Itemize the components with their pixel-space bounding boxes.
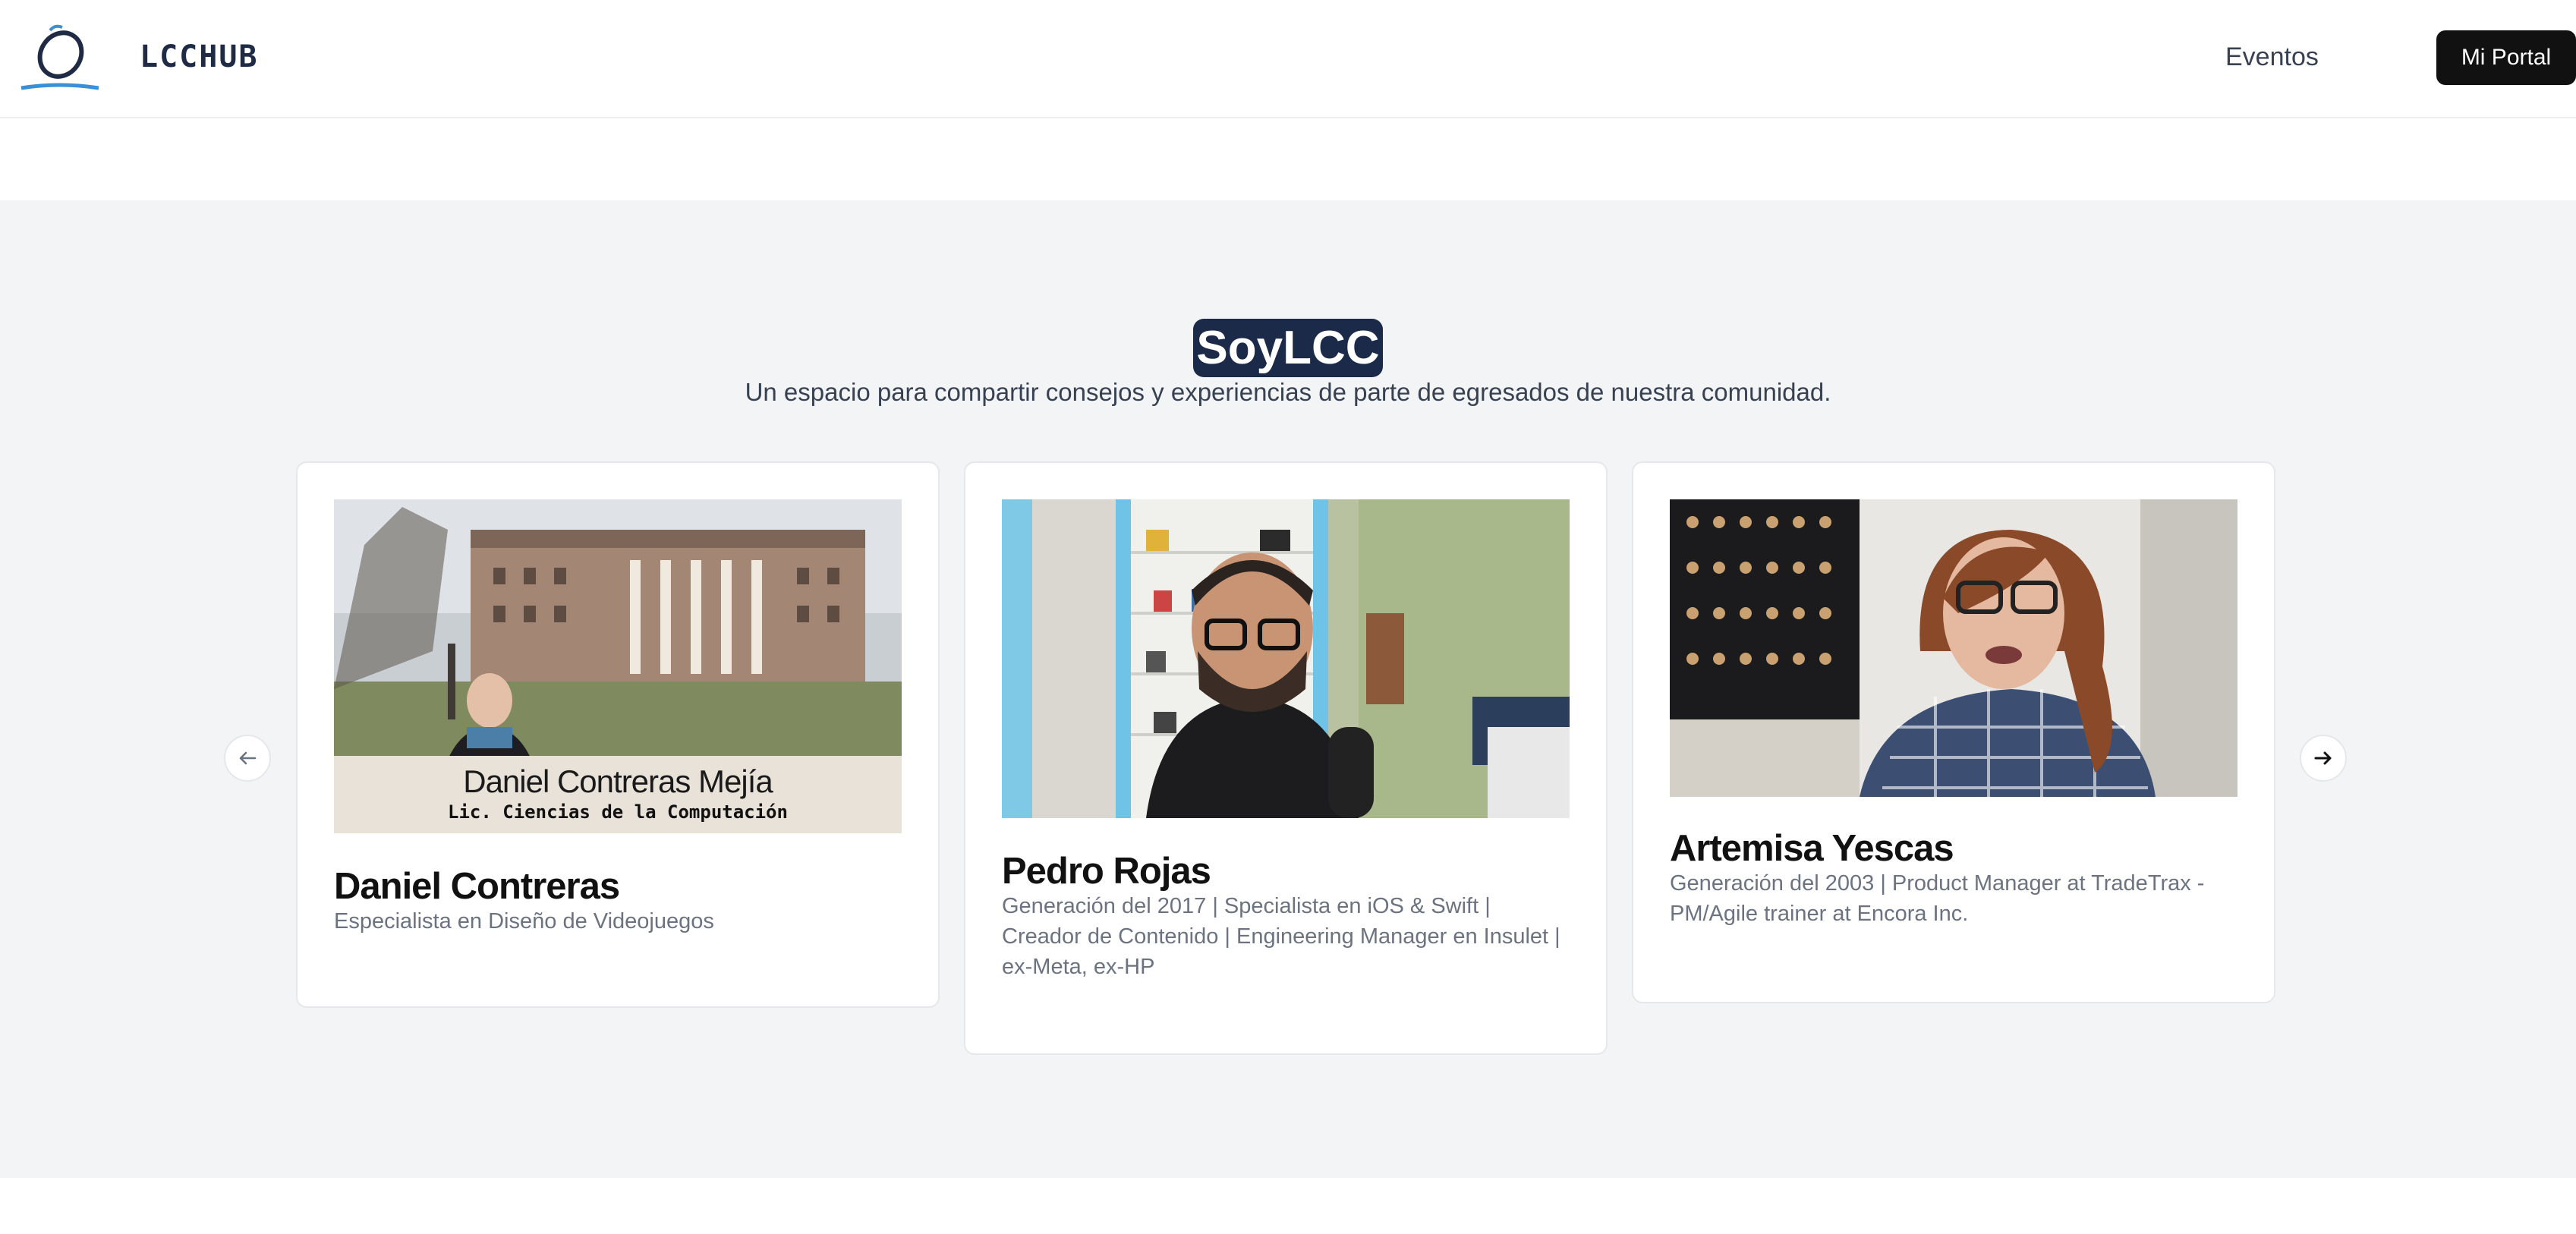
video-caption-name: Daniel Contreras Mejía xyxy=(463,763,773,799)
carousel-next-button[interactable] xyxy=(2300,735,2347,782)
carousel-prev-button[interactable] xyxy=(224,735,271,782)
section-title-wrap: SoyLCC xyxy=(0,319,2576,378)
testimonial-card[interactable]: Pedro Rojas Generación del 2017 | Specia… xyxy=(964,461,1608,1055)
arrow-right-icon xyxy=(2314,751,2332,765)
video-thumbnail[interactable]: Daniel Contreras Mejía Lic. Ciencias de … xyxy=(334,499,902,833)
video-caption-degree: Lic. Ciencias de la Computación xyxy=(448,801,788,823)
home-office-photo xyxy=(1670,499,2237,797)
card-name: Artemisa Yescas xyxy=(1670,828,1954,869)
video-thumbnail[interactable] xyxy=(1002,499,1570,818)
video-thumbnail[interactable] xyxy=(1670,499,2237,797)
top-navbar: LCCHUB Eventos Mi Portal xyxy=(0,0,2576,118)
card-name: Pedro Rojas xyxy=(1002,851,1211,892)
brand-name[interactable]: LCCHUB xyxy=(140,39,259,74)
testimonial-card[interactable]: Artemisa Yescas Generación del 2003 | Pr… xyxy=(1632,461,2275,1003)
mi-portal-button[interactable]: Mi Portal xyxy=(2436,30,2576,85)
card-description: Generación del 2017 | Specialista en iOS… xyxy=(1002,894,1560,979)
section-subtitle: Un espacio para compartir consejos y exp… xyxy=(745,378,1831,406)
card-description: Especialista en Diseño de Videojuegos xyxy=(334,909,714,933)
section-title: SoyLCC xyxy=(1193,319,1383,378)
card-description: Generación del 2003 | Product Manager at… xyxy=(1670,871,2205,926)
nav-link-eventos[interactable]: Eventos xyxy=(2225,42,2319,72)
lcchub-logo-icon[interactable] xyxy=(17,23,102,96)
arrow-left-icon xyxy=(239,751,257,765)
card-name: Daniel Contreras xyxy=(334,866,620,907)
studio-photo xyxy=(1002,499,1570,818)
testimonial-card[interactable]: Daniel Contreras Mejía Lic. Ciencias de … xyxy=(296,461,940,1008)
video-caption-band: Daniel Contreras Mejía Lic. Ciencias de … xyxy=(334,756,902,833)
